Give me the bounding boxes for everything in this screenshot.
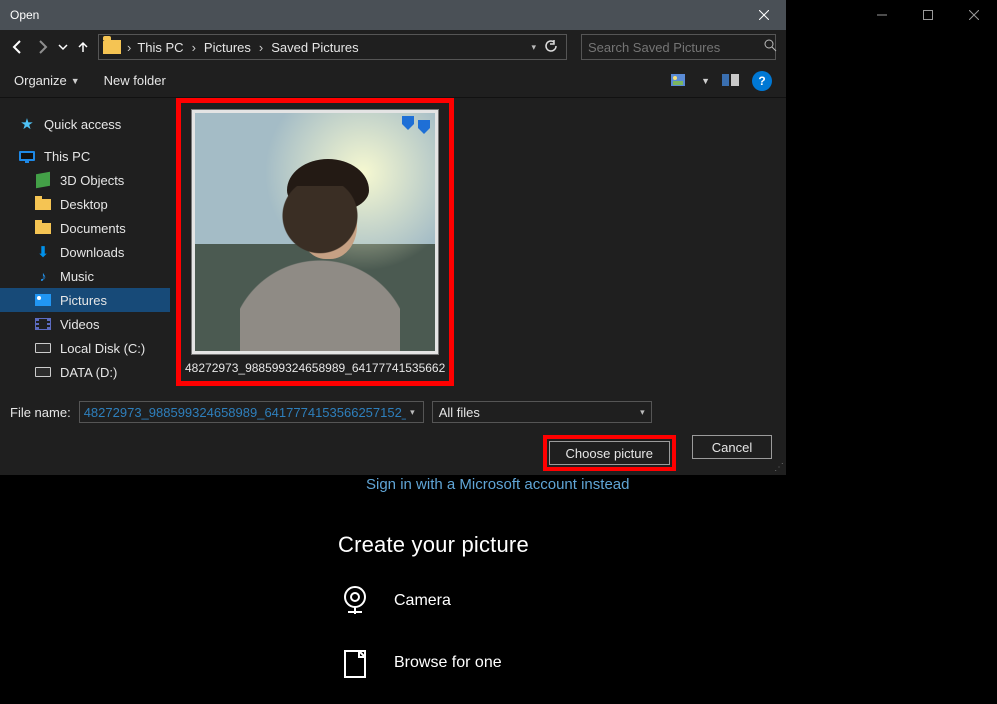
- maximize-button[interactable]: [905, 0, 951, 30]
- disk-icon: [35, 367, 51, 377]
- sidebar-item-label: Local Disk (C:): [60, 341, 145, 356]
- music-icon: ♪: [40, 268, 47, 284]
- parent-close-button[interactable]: [951, 0, 997, 30]
- up-button[interactable]: [76, 40, 90, 54]
- sidebar-item-local-disk-c[interactable]: Local Disk (C:): [0, 336, 170, 360]
- sidebar-item-label: 3D Objects: [60, 173, 124, 188]
- sidebar-quick-access[interactable]: ★ Quick access: [0, 112, 170, 136]
- desktop-icon: [35, 199, 51, 210]
- forward-button[interactable]: [34, 39, 50, 55]
- share-overlay-icon: [400, 114, 434, 144]
- pictures-icon: [35, 294, 51, 306]
- choose-highlight: Choose picture: [543, 435, 676, 471]
- address-dropdown-icon[interactable]: ▾: [531, 42, 536, 53]
- crumb-this-pc[interactable]: This PC: [133, 40, 187, 55]
- refresh-button[interactable]: [544, 39, 558, 56]
- chevron-right-icon: ›: [257, 40, 265, 55]
- filename-row: File name: ▾ All files ▾: [0, 393, 786, 431]
- navigation-bar: › This PC › Pictures › Saved Pictures ▾: [0, 30, 786, 64]
- browse-label: Browse for one: [394, 654, 502, 672]
- file-type-label: All files: [439, 405, 480, 420]
- documents-icon: [35, 223, 51, 234]
- sidebar-item-documents[interactable]: Documents: [0, 216, 170, 240]
- files-panel: 48272973_988599324658989_641777415356625…: [170, 98, 786, 393]
- sidebar-item-3d-objects[interactable]: 3D Objects: [0, 168, 170, 192]
- search-icon[interactable]: [764, 39, 777, 55]
- sidebar-item-data-d[interactable]: DATA (D:): [0, 360, 170, 384]
- file-name-input[interactable]: [84, 405, 406, 420]
- dialog-buttons: Choose picture Cancel: [0, 431, 786, 475]
- file-name-label: File name:: [10, 405, 71, 420]
- sidebar-item-downloads[interactable]: ⬇ Downloads: [0, 240, 170, 264]
- dialog-titlebar: Open: [0, 0, 786, 30]
- pc-icon: [19, 151, 35, 161]
- sidebar-item-label: Pictures: [60, 293, 107, 308]
- sidebar-item-label: Videos: [60, 317, 100, 332]
- microsoft-account-link[interactable]: Sign in with a Microsoft account instead: [366, 476, 629, 493]
- view-options-button[interactable]: [669, 71, 691, 91]
- folder-icon: [103, 40, 121, 54]
- minimize-button[interactable]: [859, 0, 905, 30]
- thumbnail-image: [195, 113, 435, 351]
- sidebar-item-label: DATA (D:): [60, 365, 117, 380]
- disk-icon: [35, 343, 51, 353]
- cancel-button[interactable]: Cancel: [692, 435, 772, 459]
- search-input[interactable]: [588, 40, 764, 55]
- chevron-right-icon: ›: [190, 40, 198, 55]
- navigation-pane: ★ Quick access This PC 3D Objects Deskto…: [0, 98, 170, 393]
- sidebar-this-pc[interactable]: This PC: [0, 144, 170, 168]
- file-type-filter[interactable]: All files ▾: [432, 401, 652, 423]
- dialog-title: Open: [10, 8, 39, 22]
- sidebar-item-desktop[interactable]: Desktop: [0, 192, 170, 216]
- choose-picture-button[interactable]: Choose picture: [549, 441, 670, 465]
- crumb-saved-pictures[interactable]: Saved Pictures: [267, 40, 362, 55]
- new-folder-label: New folder: [104, 73, 166, 88]
- chevron-down-icon[interactable]: ▼: [701, 76, 710, 86]
- sidebar-item-pictures[interactable]: Pictures: [0, 288, 170, 312]
- help-button[interactable]: ?: [752, 71, 772, 91]
- chevron-down-icon: ▼: [71, 76, 80, 86]
- camera-option[interactable]: Camera: [338, 584, 451, 618]
- organize-label: Organize: [14, 73, 67, 88]
- sidebar-item-music[interactable]: ♪ Music: [0, 264, 170, 288]
- breadcrumb: This PC › Pictures › Saved Pictures: [133, 40, 527, 55]
- file-name-history-dropdown[interactable]: ▾: [406, 407, 419, 418]
- browse-icon: [338, 646, 372, 680]
- chevron-right-icon: ›: [125, 40, 133, 55]
- downloads-icon: ⬇: [37, 243, 50, 261]
- chevron-down-icon: ▾: [640, 407, 645, 418]
- sidebar-item-label: This PC: [44, 149, 90, 164]
- command-bar: Organize ▼ New folder ▼ ?: [0, 64, 786, 98]
- file-name-field-wrap[interactable]: ▾: [79, 401, 424, 423]
- camera-label: Camera: [394, 592, 451, 610]
- star-icon: ★: [20, 115, 33, 133]
- sidebar-item-label: Quick access: [44, 117, 121, 132]
- dialog-close-button[interactable]: [741, 0, 786, 30]
- sidebar-item-videos[interactable]: Videos: [0, 312, 170, 336]
- file-thumbnail-label: 48272973_988599324658989_641777415356625…: [185, 361, 445, 375]
- back-button[interactable]: [10, 39, 26, 55]
- create-your-picture-heading: Create your picture: [338, 532, 529, 558]
- search-box: [581, 34, 776, 60]
- recent-locations-button[interactable]: [58, 42, 68, 52]
- sidebar-item-label: Downloads: [60, 245, 124, 260]
- resize-grip[interactable]: ⋰: [774, 462, 784, 473]
- new-folder-button[interactable]: New folder: [104, 73, 166, 88]
- crumb-pictures[interactable]: Pictures: [200, 40, 255, 55]
- address-bar[interactable]: › This PC › Pictures › Saved Pictures ▾: [98, 34, 567, 60]
- cube-icon: [36, 172, 50, 188]
- file-thumbnail[interactable]: [191, 109, 439, 355]
- preview-pane-button[interactable]: [720, 71, 742, 91]
- sidebar-item-label: Desktop: [60, 197, 108, 212]
- camera-icon: [338, 584, 372, 618]
- sidebar-item-label: Documents: [60, 221, 126, 236]
- organize-menu[interactable]: Organize ▼: [14, 73, 80, 88]
- open-file-dialog: Open › This PC › Pictures › Saved Pictur…: [0, 0, 786, 475]
- parent-window-controls: [859, 0, 997, 30]
- sidebar-item-label: Music: [60, 269, 94, 284]
- browse-option[interactable]: Browse for one: [338, 646, 502, 680]
- videos-icon: [35, 318, 51, 330]
- selected-file-highlight: 48272973_988599324658989_641777415356625…: [176, 98, 454, 386]
